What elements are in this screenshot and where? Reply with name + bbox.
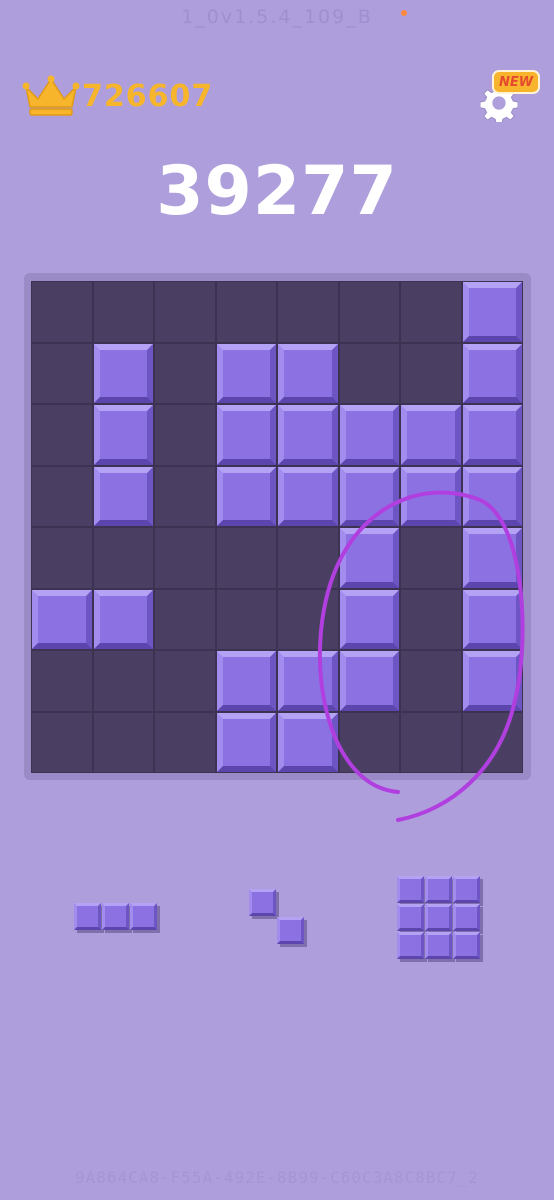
board-cell[interactable] [92, 650, 154, 712]
filled-block [462, 405, 522, 465]
board-cell[interactable] [338, 342, 400, 404]
board-cell[interactable] [215, 588, 277, 650]
filled-block [216, 712, 276, 772]
board-cell[interactable] [154, 711, 216, 773]
piece-block [74, 903, 101, 930]
board-cell[interactable] [154, 465, 216, 527]
filled-block [462, 589, 522, 649]
board-cell[interactable] [31, 527, 93, 589]
piece-diagonal-2[interactable] [249, 889, 305, 945]
piece-block [130, 903, 157, 930]
board-cell[interactable] [154, 650, 216, 712]
board-cell[interactable] [400, 342, 462, 404]
piece-block [249, 889, 276, 916]
filled-block [93, 405, 153, 465]
filled-block [32, 589, 92, 649]
filled-block [401, 466, 461, 526]
piece-block [397, 876, 424, 903]
filled-block [401, 405, 461, 465]
filled-block [278, 712, 338, 772]
board-cell[interactable] [338, 281, 400, 343]
filled-block [339, 651, 399, 711]
piece-horizontal-3[interactable] [74, 903, 158, 931]
best-score-value: 726607 [82, 78, 214, 114]
filled-block [216, 405, 276, 465]
crown-icon [22, 75, 80, 116]
piece-block [397, 904, 424, 931]
filled-block [93, 466, 153, 526]
board-cell[interactable] [154, 588, 216, 650]
board-cell[interactable] [31, 465, 93, 527]
board-cell[interactable] [154, 527, 216, 589]
game-board[interactable] [31, 281, 523, 773]
filled-block [93, 589, 153, 649]
board-cell[interactable] [154, 281, 216, 343]
board-cell[interactable] [400, 711, 462, 773]
board-cell[interactable] [92, 281, 154, 343]
filled-block [278, 466, 338, 526]
board-cell[interactable] [154, 404, 216, 466]
filled-block [93, 343, 153, 403]
piece-block [453, 876, 480, 903]
filled-block [462, 466, 522, 526]
board-cell[interactable] [277, 527, 339, 589]
piece-block [425, 876, 452, 903]
version-label: 1_0v1.5.4_109_B [181, 6, 373, 28]
filled-block [462, 282, 522, 342]
board-cell[interactable] [338, 711, 400, 773]
board-cell[interactable] [215, 527, 277, 589]
new-badge: NEW [492, 70, 540, 94]
piece-block [102, 903, 129, 930]
settings-button[interactable]: NEW [478, 70, 542, 126]
filled-block [216, 651, 276, 711]
piece-block [425, 932, 452, 959]
board-cell[interactable] [31, 650, 93, 712]
recording-dot [401, 10, 407, 16]
board-cell[interactable] [215, 281, 277, 343]
board-cell[interactable] [400, 588, 462, 650]
board-cell[interactable] [31, 281, 93, 343]
board-cell[interactable] [277, 588, 339, 650]
board-cell[interactable] [92, 711, 154, 773]
piece-block [277, 917, 304, 944]
piece-block [425, 904, 452, 931]
board-cell[interactable] [154, 342, 216, 404]
best-score-display: 726607 [22, 74, 213, 118]
board-cell[interactable] [31, 342, 93, 404]
board-cell[interactable] [31, 404, 93, 466]
filled-block [216, 466, 276, 526]
board-cell[interactable] [461, 711, 523, 773]
current-score: 39277 [156, 152, 398, 231]
board-cell[interactable] [92, 527, 154, 589]
piece-block [453, 904, 480, 931]
device-id: 9A864CA8-F55A-492E-8B99-C60C3A8C8BC7_2 [74, 1168, 480, 1187]
filled-block [278, 651, 338, 711]
filled-block [462, 343, 522, 403]
filled-block [462, 528, 522, 588]
filled-block [216, 343, 276, 403]
board-cell[interactable] [400, 527, 462, 589]
board-cell[interactable] [31, 711, 93, 773]
board-cell[interactable] [400, 650, 462, 712]
piece-block [453, 932, 480, 959]
filled-block [339, 589, 399, 649]
board-cell[interactable] [277, 281, 339, 343]
filled-block [339, 528, 399, 588]
filled-block [339, 405, 399, 465]
filled-block [278, 343, 338, 403]
board-cell[interactable] [400, 281, 462, 343]
piece-block [397, 932, 424, 959]
filled-block [278, 405, 338, 465]
piece-square-3x3[interactable] [397, 876, 481, 960]
filled-block [462, 651, 522, 711]
filled-block [339, 466, 399, 526]
